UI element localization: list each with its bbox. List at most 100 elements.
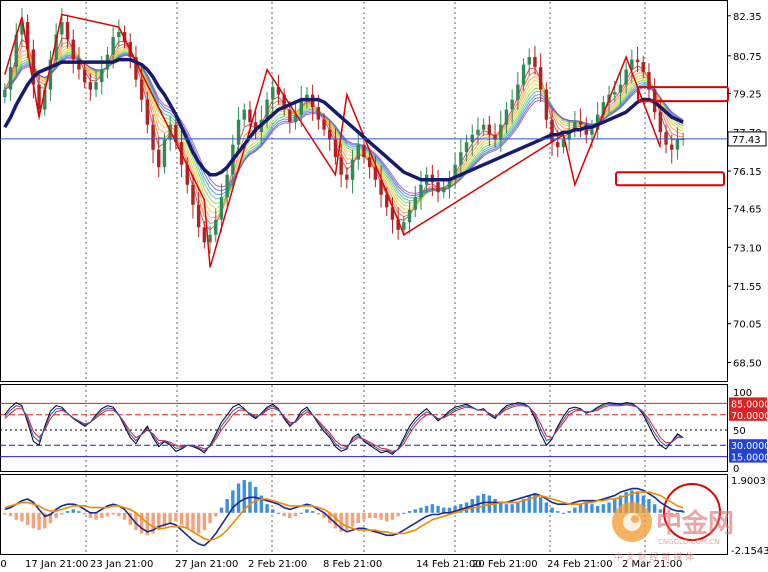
histogram-bar (208, 512, 212, 524)
candle-body (322, 119, 326, 130)
chart-screenshot: 82.3580.7579.2577.7076.1574.6573.1071.55… (0, 0, 768, 572)
price-tick-label: 80.75 (733, 52, 762, 63)
candle-body (413, 197, 417, 210)
vertical-grid (85, 2, 646, 381)
candle-body (367, 157, 372, 168)
histogram-bar (71, 509, 75, 513)
candle-body (288, 109, 292, 123)
candle-body (3, 89, 7, 98)
price-tick-label: 73.10 (733, 243, 762, 254)
histogram-bar (356, 512, 360, 524)
candle-body (214, 219, 218, 235)
watermark-url: CNGOLD.COM.CN (658, 538, 719, 546)
histogram-bar (174, 512, 178, 522)
histogram-bar (299, 512, 303, 514)
histogram-bar (595, 505, 600, 513)
candle-body (664, 132, 668, 145)
oscillator-line (4, 487, 684, 547)
candle-body (459, 152, 463, 165)
histogram-bar (396, 512, 400, 517)
histogram-bar (214, 512, 218, 517)
histogram-bar (122, 512, 127, 520)
histogram-bar (373, 512, 378, 518)
histogram-bar (385, 512, 389, 522)
histogram-bar (179, 512, 184, 525)
histogram-bar (573, 507, 577, 513)
candle-body (464, 142, 469, 153)
histogram-bar (54, 512, 58, 518)
price-tick-label: 76.15 (733, 167, 762, 178)
candle-body (658, 112, 663, 133)
histogram-bar (25, 512, 30, 525)
histogram-bar (510, 504, 514, 513)
candle-body (578, 122, 583, 125)
candle-body (65, 22, 70, 40)
histogram-bar (499, 502, 503, 513)
candle-body (117, 32, 121, 38)
histogram-bar (185, 512, 189, 529)
histogram-bar (8, 512, 13, 517)
candle-body (37, 84, 41, 110)
histogram-bar (236, 483, 241, 513)
histogram-bar (413, 509, 417, 513)
candle-body (71, 39, 75, 60)
candle-body (225, 174, 229, 198)
candle-body (242, 109, 246, 120)
candle-body (407, 209, 412, 223)
histogram-bar (556, 511, 560, 513)
candle-body (362, 144, 366, 158)
candle-body (504, 109, 509, 125)
candle-body (248, 109, 252, 123)
candle-body (219, 197, 224, 220)
histogram-bar (219, 507, 224, 513)
histogram-bar (14, 512, 18, 520)
candle-body (82, 69, 87, 83)
histogram-bar (362, 512, 366, 520)
histogram-bar (65, 511, 70, 513)
histogram-bar (105, 512, 110, 517)
histogram-bar (3, 512, 7, 515)
candle-body (516, 84, 520, 100)
histogram-bar (544, 502, 549, 513)
histogram-bar (578, 504, 583, 513)
candle-body (111, 37, 115, 55)
candle-body (151, 124, 155, 150)
histogram-bar (288, 512, 292, 518)
candle-body (618, 84, 623, 93)
stochastic-tick-label: 100 (733, 388, 752, 399)
candle-body (316, 107, 321, 120)
candle-body (641, 62, 645, 73)
vertical-grid (85, 385, 646, 471)
price-tick-label: 82.35 (733, 12, 762, 23)
slow-moving-average (3, 57, 684, 182)
candle-body (544, 89, 549, 120)
histogram-bar (424, 505, 429, 513)
histogram-bar (316, 512, 321, 515)
histogram-bar (379, 512, 383, 520)
annotation-rectangle (615, 171, 725, 187)
histogram-bar (504, 504, 509, 513)
candle-body (328, 129, 332, 140)
histogram-bar (202, 512, 207, 531)
price-axis: 82.3580.7579.2577.7076.1574.6573.1071.55… (727, 12, 762, 369)
histogram-bar (37, 512, 41, 531)
current-price-label: 77.43 (732, 135, 761, 146)
candle-body (521, 64, 526, 85)
histogram-bar (601, 504, 606, 513)
candle-body (556, 142, 560, 148)
candle-body (356, 144, 360, 160)
candle-body (94, 82, 98, 90)
candle-body (624, 69, 628, 85)
histogram-bar (31, 512, 36, 529)
candle-body (162, 139, 167, 168)
chart-canvas: 82.3580.7579.2577.7076.1574.6573.1071.55… (0, 0, 768, 570)
histogram-bar (117, 512, 121, 517)
watermark-logo: 中金网 CNGOLD.COM.CN 中 文 财 经 新 媒 体 (612, 502, 734, 563)
candle-body (590, 129, 594, 135)
histogram-bar (94, 512, 98, 520)
candle-body (470, 134, 474, 143)
candle-body (436, 182, 440, 193)
histogram-bar (168, 512, 172, 524)
stochastic-lines (4, 401, 684, 455)
candle-body (191, 184, 195, 205)
